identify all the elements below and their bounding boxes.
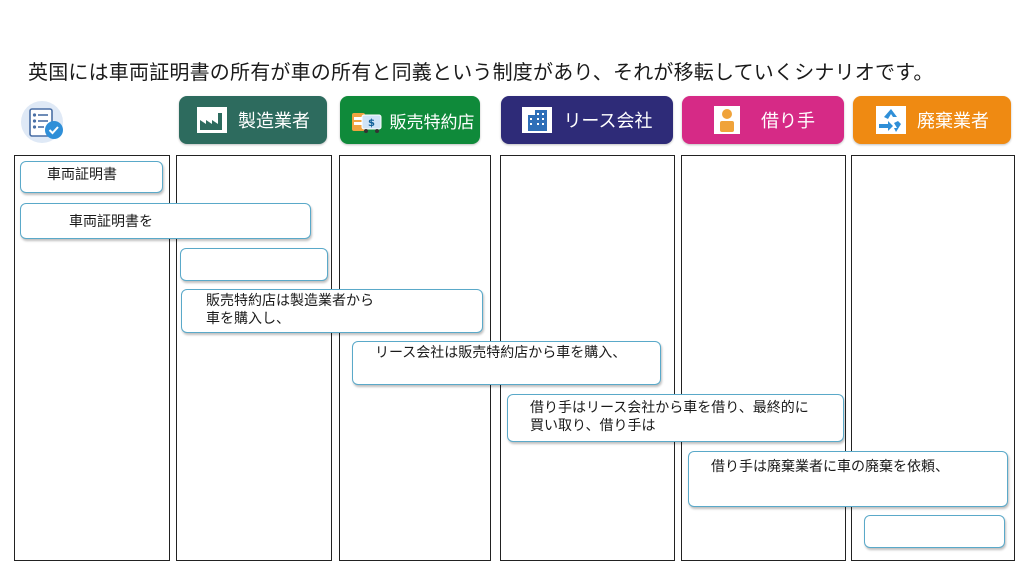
certificate-check-icon bbox=[21, 101, 63, 143]
header-dealer: $ 販売特約店 bbox=[340, 96, 480, 144]
header-lessee-label: 借り手 bbox=[761, 111, 815, 132]
step-box-5: リース会社は販売特約店から車を購入、 bbox=[352, 341, 661, 385]
header-manufacturer-label: 製造業者 bbox=[238, 111, 310, 132]
header-lease: リース会社 bbox=[501, 96, 673, 144]
header-disposal: 廃棄業者 bbox=[853, 96, 1011, 144]
step-box-7: 借り手は廃棄業者に車の廃棄を依頼、 bbox=[688, 451, 1008, 507]
step-box-2: 車両証明書を bbox=[20, 203, 311, 239]
page-title: 英国には車両証明書の所有が車の所有と同義という制度があり、それが移転していくシナ… bbox=[28, 60, 934, 84]
svg-text:$: $ bbox=[368, 118, 375, 129]
header-dealer-label: 販売特約店 bbox=[389, 112, 475, 133]
office-building-icon bbox=[522, 107, 553, 133]
header-disposal-label: 廃棄業者 bbox=[917, 111, 989, 132]
header-lessee: 借り手 bbox=[682, 96, 844, 144]
step-box-8 bbox=[864, 515, 1005, 548]
recycle-icon bbox=[876, 106, 906, 134]
car-dollar-icon: $ bbox=[351, 113, 381, 133]
step-box-4: 販売特約店は製造業者から 車を購入し、 bbox=[181, 289, 483, 333]
header-lease-label: リース会社 bbox=[563, 111, 653, 132]
step-box-3 bbox=[180, 248, 328, 281]
factory-icon bbox=[197, 107, 227, 133]
person-icon bbox=[714, 106, 740, 134]
step-box-1: 車両証明書 bbox=[20, 161, 163, 193]
step-box-6: 借り手はリース会社から車を借り、最終的に 買い取り、借り手は bbox=[507, 394, 844, 442]
header-manufacturer: 製造業者 bbox=[179, 96, 327, 144]
